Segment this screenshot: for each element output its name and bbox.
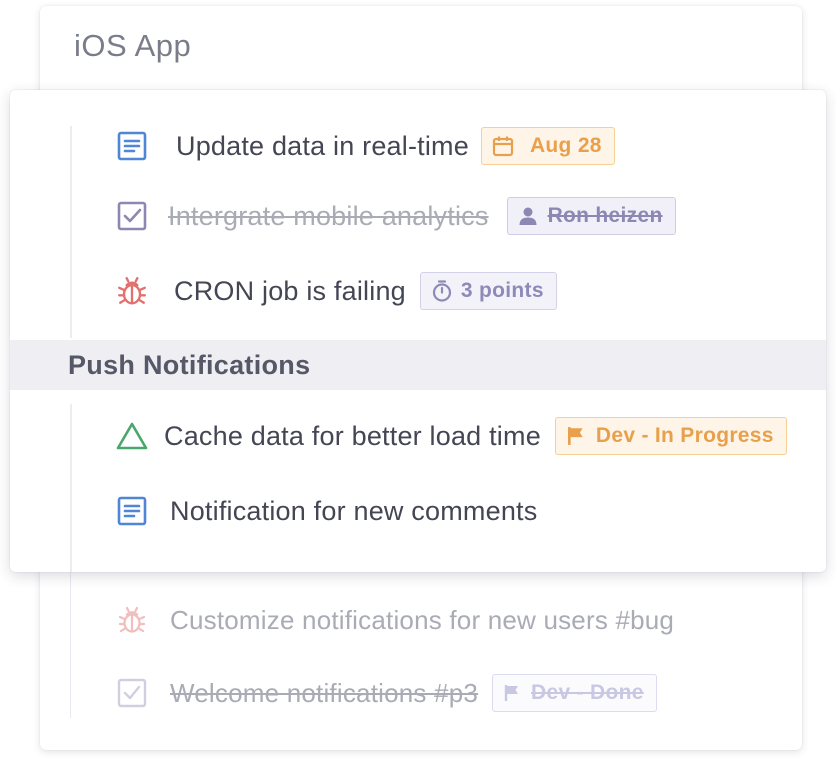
assignee-tag[interactable]: Ron heizen (506, 197, 676, 235)
task-row[interactable]: Intergrate mobile analytics Ron heizen (114, 196, 676, 236)
tag-label: Dev - Done (531, 681, 644, 704)
task-list-rail (70, 126, 72, 338)
user-icon (519, 207, 537, 225)
document-icon (114, 493, 150, 529)
status-tag[interactable]: Dev - Done (492, 674, 657, 712)
flag-icon (567, 427, 583, 445)
task-list-rail (70, 404, 72, 572)
task-title: Notification for new comments (170, 495, 538, 526)
task-row[interactable]: Notification for new comments (114, 491, 537, 531)
task-title: Update data in real-time (176, 130, 469, 161)
project-title: iOS App (74, 28, 192, 63)
tag-label: 3 points (460, 279, 544, 302)
status-tag[interactable]: Dev - In Progress (554, 417, 787, 455)
task-row[interactable]: Welcome notifications #p3 Dev - Done (116, 674, 657, 712)
group-header[interactable]: Push Notifications (10, 340, 826, 390)
task-panel: Update data in real-time Aug 28 Intergra… (10, 90, 826, 572)
calendar-icon (492, 136, 514, 157)
bug-icon (114, 273, 150, 309)
task-title: Cache data for better load time (164, 420, 541, 451)
task-title: CRON job is failing (174, 275, 406, 306)
flag-icon (504, 685, 519, 701)
bug-icon (116, 602, 148, 638)
due-date-tag[interactable]: Aug 28 (480, 127, 615, 165)
task-row[interactable]: Customize notifications for new users #b… (116, 602, 674, 638)
tag-label: Aug 28 (529, 134, 602, 157)
group-title: Push Notifications (68, 349, 311, 380)
task-row[interactable]: Update data in real-time Aug 28 (114, 126, 615, 166)
checkbox-checked-icon[interactable] (116, 675, 148, 711)
tag-label: Dev - In Progress (595, 424, 774, 447)
stopwatch-icon (432, 280, 451, 302)
task-title: Intergrate mobile analytics (168, 200, 489, 231)
triangle-icon (114, 418, 150, 454)
checkbox-checked-icon[interactable] (114, 198, 150, 234)
points-tag[interactable]: 3 points (419, 272, 557, 310)
task-title: Customize notifications for new users #b… (170, 604, 675, 635)
task-title: Welcome notifications #p3 (170, 677, 479, 708)
task-row[interactable]: CRON job is failing 3 points (114, 271, 557, 311)
document-icon (114, 128, 150, 164)
task-row[interactable]: Cache data for better load time Dev - In… (114, 416, 787, 456)
tag-label: Ron heizen (547, 204, 663, 227)
